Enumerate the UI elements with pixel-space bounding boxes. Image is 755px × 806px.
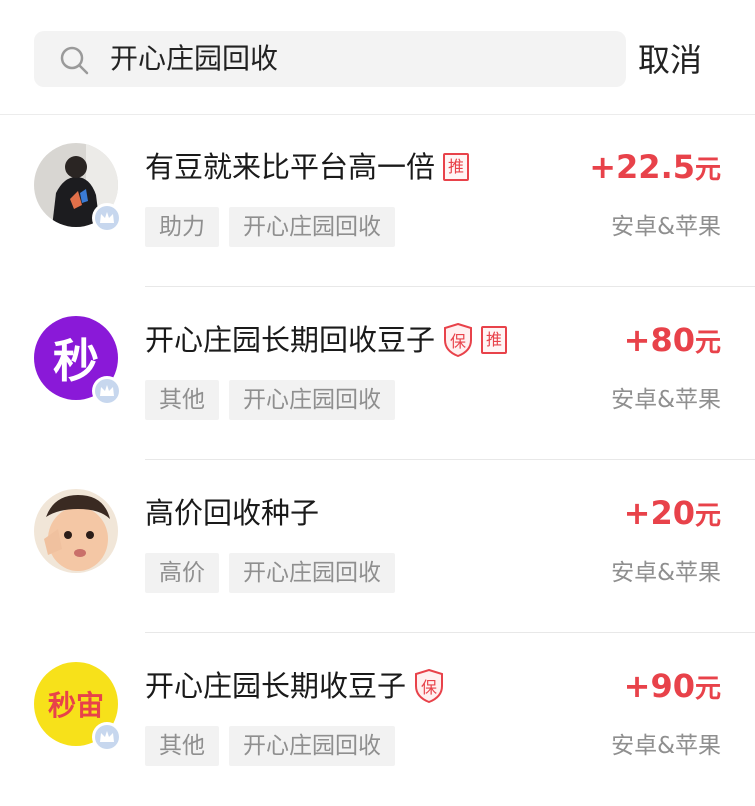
recommend-badge: 推 — [443, 153, 470, 181]
avatar: 秒宙 — [34, 662, 122, 752]
platform-label: 安卓&苹果 — [611, 560, 721, 586]
reward-price: +90元 — [623, 667, 721, 705]
platform-label: 安卓&苹果 — [611, 733, 721, 759]
search-query: 开心庄园回收 — [110, 42, 279, 75]
cancel-button[interactable]: 取消 — [638, 40, 702, 80]
avatar — [34, 143, 122, 233]
item-title: 高价回收种子 — [145, 496, 320, 530]
category-tag: 开心庄园回收 — [229, 380, 395, 420]
item-title: 开心庄园长期回收豆子 — [145, 323, 436, 357]
guarantee-shield-icon: 保 — [443, 323, 473, 357]
avatar — [34, 489, 118, 573]
reward-price: +80元 — [623, 321, 721, 359]
divider — [145, 459, 755, 460]
item-title: 开心庄园长期收豆子 — [145, 669, 407, 703]
guarantee-shield-icon: 保 — [414, 669, 444, 703]
reward-price: +20元 — [623, 494, 721, 532]
search-input[interactable]: 开心庄园回收 — [34, 31, 626, 87]
list-item[interactable]: 高价回收种子 +20元 高价 开心庄园回收 安卓&苹果 — [0, 461, 755, 633]
item-title: 有豆就来比平台高一倍 — [145, 150, 436, 184]
user-photo-avatar — [34, 489, 118, 573]
recommend-badge: 推 — [481, 326, 508, 354]
category-tag: 其他 — [145, 380, 219, 420]
platform-label: 安卓&苹果 — [611, 387, 721, 413]
vip-crown-icon — [92, 203, 122, 233]
category-tag: 开心庄园回收 — [229, 553, 395, 593]
list-item[interactable]: 秒宙 开心庄园长期收豆子 保 +90元 其他 开心庄园回收 安卓&苹果 — [0, 634, 755, 806]
vip-crown-icon — [92, 722, 122, 752]
category-tag: 开心庄园回收 — [229, 207, 395, 247]
divider — [145, 632, 755, 633]
divider — [145, 286, 755, 287]
avatar: 秒 — [34, 316, 122, 406]
category-tag: 其他 — [145, 726, 219, 766]
category-tag: 开心庄园回收 — [229, 726, 395, 766]
reward-price: +22.5元 — [589, 148, 721, 186]
category-tag: 高价 — [145, 553, 219, 593]
list-item[interactable]: 有豆就来比平台高一倍 推 +22.5元 助力 开心庄园回收 安卓&苹果 — [0, 115, 755, 287]
vip-crown-icon — [92, 376, 122, 406]
platform-label: 安卓&苹果 — [611, 214, 721, 240]
search-icon — [60, 46, 89, 75]
list-item[interactable]: 秒 开心庄园长期回收豆子 保 推 +80元 其他 开心庄园回收 安卓&苹果 — [0, 288, 755, 460]
search-bar: 开心庄园回收 取消 — [0, 0, 755, 115]
category-tag: 助力 — [145, 207, 219, 247]
